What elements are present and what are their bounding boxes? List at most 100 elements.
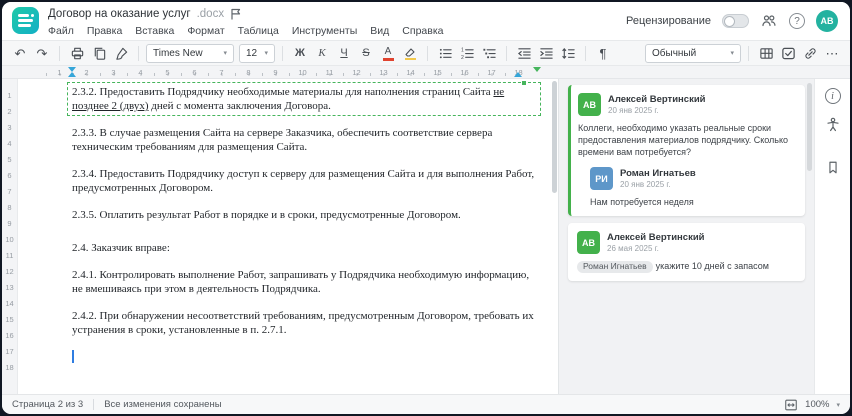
document-text[interactable]: 2.3.2. Предоставить Подрядчику необходим… (67, 81, 541, 363)
underline-button[interactable]: Ч (334, 43, 354, 63)
document-extension: .docx (196, 8, 225, 20)
strikethrough-button[interactable]: S (356, 43, 376, 63)
toolbar-divider (427, 45, 428, 61)
bookmark-icon[interactable] (826, 160, 840, 175)
paragraph-text: дней с момента заключения Договора. (148, 100, 331, 112)
ruler-number: 17 (5, 347, 14, 356)
nonprinting-chars-button[interactable]: ¶ (593, 43, 613, 63)
bold-button[interactable]: Ж (290, 43, 310, 63)
menu-format[interactable]: Формат (187, 25, 224, 37)
ruler-number: 6 (7, 171, 12, 180)
user-avatar[interactable]: АВ (816, 10, 838, 32)
review-mode-label: Рецензирование (626, 15, 711, 27)
vertical-ruler[interactable]: 1 2 3 4 5 6 7 8 9 10 11 12 13 14 15 16 17 18 (2, 79, 18, 394)
line-spacing-button[interactable] (558, 43, 578, 63)
paragraph[interactable]: 2.3.5. Оплатить результат Работ в порядк… (72, 208, 536, 222)
app-window: Договор на оказание услуг .docx Файл Прав… (2, 2, 850, 414)
font-size-select[interactable]: 12 ▾ (239, 43, 275, 63)
ruler-number: 2 (7, 107, 12, 116)
comment-thread[interactable]: АВ Алексей Вертинский 20 янв 2025 г. Кол… (568, 85, 805, 216)
font-name-select[interactable]: Times New ▾ (146, 43, 234, 63)
copy-button[interactable] (89, 43, 109, 63)
paragraph-with-comment[interactable]: 2.3.2. Предоставить Подрядчику необходим… (67, 81, 541, 116)
toolbar-divider (138, 45, 139, 61)
document-scrollbar[interactable] (552, 81, 557, 193)
bullet-list-button[interactable] (435, 43, 455, 63)
ruler-number: 10 (298, 68, 307, 77)
comment-anchor-handle (522, 81, 526, 85)
document-title: Договор на оказание услуг (48, 8, 191, 20)
right-sidebar: i (814, 79, 850, 394)
paragraph[interactable]: 2.4. Заказчик вправе: (72, 241, 536, 255)
comment-reply[interactable]: РИ Роман Игнатьев 20 янв 2025 г. Нам пот… (578, 167, 796, 208)
ruler-number: 14 (5, 299, 14, 308)
app-logo-icon[interactable] (12, 7, 39, 34)
format-painter-button[interactable] (111, 43, 131, 63)
paragraph[interactable]: 2.4.2. При обнаружении несоответствий тр… (72, 309, 536, 337)
ruler-number: 11 (325, 68, 334, 77)
document-page[interactable]: 2.3.2. Предоставить Подрядчику необходим… (18, 79, 558, 394)
comment-thread[interactable]: АВ Алексей Вертинский 26 мая 2025 г. Ром… (568, 223, 805, 281)
toolbar-divider (748, 45, 749, 61)
menu-tools[interactable]: Инструменты (292, 25, 357, 37)
comments-scrollbar[interactable] (807, 83, 812, 171)
font-color-button[interactable]: А (378, 43, 398, 63)
chevron-down-icon: ▾ (223, 50, 227, 57)
ruler-number: 9 (273, 68, 278, 77)
chevron-down-icon[interactable]: ▾ (836, 401, 840, 409)
undo-button[interactable]: ↶ (10, 43, 30, 63)
chevron-down-icon: ▾ (264, 50, 268, 57)
ruler-number: 16 (5, 331, 14, 340)
multilevel-list-button[interactable] (479, 43, 499, 63)
header: Договор на оказание услуг .docx Файл Прав… (2, 2, 850, 40)
chevron-down-icon: ▾ (730, 50, 734, 57)
paragraph[interactable]: 2.4.1. Контролировать выполнение Работ, … (72, 268, 536, 296)
toolbar-divider (585, 45, 586, 61)
menu-insert[interactable]: Вставка (135, 25, 174, 37)
menu-help[interactable]: Справка (402, 25, 443, 37)
more-options-button[interactable]: ⋯ (822, 43, 842, 63)
comment-avatar: АВ (578, 93, 601, 116)
menu-edit[interactable]: Правка (87, 25, 122, 37)
track-changes-button[interactable] (778, 43, 798, 63)
menu-table[interactable]: Таблица (238, 25, 279, 37)
paragraph[interactable]: 2.3.4. Предоставить Подрядчику доступ к … (72, 167, 536, 195)
accessibility-icon[interactable] (825, 117, 841, 133)
ruler-number: 18 (5, 363, 14, 372)
print-button[interactable] (67, 43, 87, 63)
paragraph[interactable]: 2.3.3. В случае размещения Сайта на серв… (72, 126, 536, 154)
left-indent-marker[interactable] (68, 72, 76, 77)
menu-view[interactable]: Вид (370, 25, 389, 37)
numbered-list-button[interactable]: 12 (457, 43, 477, 63)
highlight-button[interactable] (400, 43, 420, 63)
text-cursor (72, 350, 74, 363)
info-icon[interactable]: i (824, 88, 841, 104)
zoom-value[interactable]: 100% (805, 399, 829, 410)
flag-icon[interactable] (230, 8, 241, 20)
horizontal-ruler[interactable]: 1 2 3 4 5 6 7 8 9 10 11 12 13 14 15 16 17 18 (2, 66, 850, 79)
comment-author: Алексей Вертинский (607, 231, 705, 243)
ruler-number: 10 (5, 235, 14, 244)
help-icon[interactable]: ? (789, 13, 805, 29)
right-indent-marker[interactable] (514, 72, 522, 77)
comment-avatar: АВ (577, 231, 600, 254)
ruler-number: 3 (111, 68, 116, 77)
collaboration-icon[interactable] (760, 13, 778, 29)
redo-button[interactable]: ↷ (32, 43, 52, 63)
insert-table-button[interactable] (756, 43, 776, 63)
menu-file[interactable]: Файл (48, 25, 74, 37)
page-indicator[interactable]: Страница 2 из 3 (12, 399, 83, 410)
increase-indent-button[interactable] (536, 43, 556, 63)
review-toggle[interactable] (722, 14, 749, 28)
toolbar-divider (506, 45, 507, 61)
fit-page-icon[interactable] (784, 398, 798, 412)
toggle-knob (724, 15, 735, 27)
insert-link-button[interactable] (800, 43, 820, 63)
ruler-number: 6 (192, 68, 197, 77)
mention-chip[interactable]: Роман Игнатьев (577, 260, 653, 273)
italic-button[interactable]: К (312, 43, 332, 63)
ruler-number: 5 (7, 155, 12, 164)
paragraph-style-select[interactable]: Обычный ▾ (645, 43, 741, 63)
decrease-indent-button[interactable] (514, 43, 534, 63)
comment-author: Алексей Вертинский (608, 93, 706, 105)
